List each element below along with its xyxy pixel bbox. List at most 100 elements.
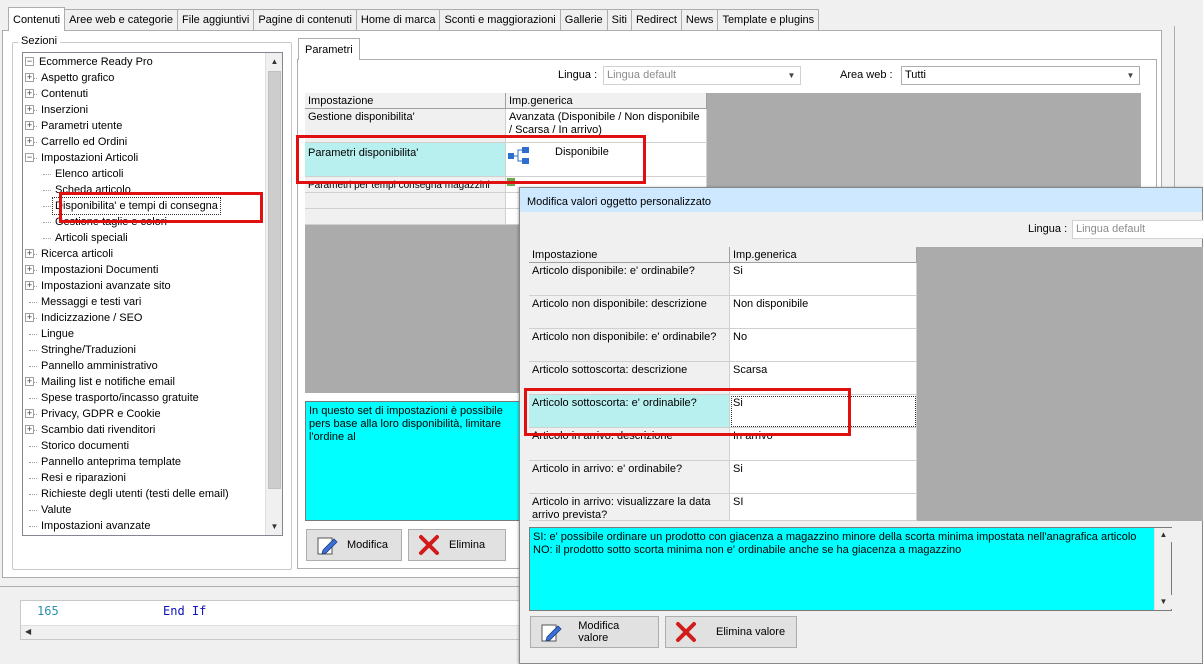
tree-item[interactable]: Pannello anteprima template [23,454,263,470]
modifica-button[interactable]: Modifica [306,529,402,561]
tab-aree-web[interactable]: Aree web e categorie [64,9,179,31]
scroll-down-arrow-icon[interactable]: ▼ [266,518,282,535]
tree-item[interactable]: + Scambio dati rivenditori [23,422,263,438]
tree-item[interactable]: + Ricerca articoli [23,246,263,262]
grid-row-label[interactable]: Parametri per tempi consegna magazzini [305,177,506,193]
expand-plus-icon[interactable]: + [25,249,34,258]
tree-item[interactable]: + Privacy, GDPR e Cookie [23,406,263,422]
dialog-row-value[interactable]: Si [730,461,917,494]
dialog-row-value[interactable]: Si [730,263,917,296]
dialog-row-label[interactable]: Articolo non disponibile: e' ordinabile? [529,329,730,362]
expand-plus-icon[interactable]: + [25,121,34,130]
elimina-valore-button[interactable]: Elimina valore [665,616,797,648]
collapse-minus-icon[interactable]: − [25,57,34,66]
tree-item[interactable]: Stringhe/Traduzioni [23,342,263,358]
tab-sconti[interactable]: Sconti e maggiorazioni [439,9,561,31]
tree-item[interactable]: + Contenuti [23,86,263,102]
expand-plus-icon[interactable]: + [25,377,34,386]
dialog-row-label-selected[interactable]: Articolo sottoscorta: e' ordinabile? [529,395,730,428]
tab-siti[interactable]: Siti [606,9,632,31]
dialog-row-value[interactable]: In arrivo [730,428,917,461]
dialog-row-label[interactable]: Articolo sottoscorta: descrizione [529,362,730,395]
collapse-minus-icon[interactable]: − [25,153,34,162]
grid-row-label-selected[interactable]: Parametri disponibilita' [305,143,506,177]
tab-parametri[interactable]: Parametri [298,38,360,60]
elimina-button[interactable]: Elimina [408,529,506,561]
dialog-row-label[interactable]: Articolo in arrivo: visualizzare la data… [529,494,730,521]
tree-item[interactable]: Resi e riparazioni [23,470,263,486]
tree-item[interactable]: + Impostazioni avanzate sito [23,278,263,294]
sezioni-title: Sezioni [18,35,61,47]
scroll-down-arrow-icon[interactable]: ▼ [1155,595,1172,609]
dialog-description-scrollbar[interactable]: ▲ ▼ [1154,528,1172,610]
expand-plus-icon[interactable]: + [25,281,34,290]
tab-contenuti[interactable]: Contenuti [8,7,66,31]
dialog-row-label[interactable]: Articolo in arrivo: descrizione [529,428,730,461]
dialog-row-value[interactable]: No [730,329,917,362]
edit-icon [539,620,562,644]
dialog-row-label[interactable]: Articolo in arrivo: e' ordinabile? [529,461,730,494]
tab-home-marca[interactable]: Home di marca [355,9,441,31]
tree-item[interactable]: Elenco articoli [23,166,263,182]
tree-item[interactable]: + Aspetto grafico [23,70,263,86]
code-editor[interactable]: 165 End If ◀ [20,600,523,640]
dialog-row-value-focused[interactable]: Si [730,395,917,428]
expand-plus-icon[interactable]: + [25,265,34,274]
tree-item[interactable]: Lingue [23,326,263,342]
tree-item[interactable]: Richieste degli utenti (testi delle emai… [23,486,263,502]
sezioni-tree[interactable]: − Ecommerce Ready Pro + Aspetto grafico + Con… [22,52,283,536]
tree-item[interactable]: + Impostazioni Documenti [23,262,263,278]
tree-item[interactable]: Pannello amministrativo [23,358,263,374]
tree-item[interactable]: + Parametri utente [23,118,263,134]
scroll-up-arrow-icon[interactable]: ▲ [1155,528,1172,542]
tree-item[interactable]: + Mailing list e notifiche email [23,374,263,390]
tree-item[interactable]: Gestione taglie e colori [23,214,263,230]
tab-gallerie[interactable]: Gallerie [559,9,608,31]
tab-file-aggiuntivi[interactable]: File aggiuntivi [177,9,255,31]
grid-row-value[interactable]: Disponibile [506,143,707,177]
tree-item[interactable]: Disponibilita' e tempi di consegna [23,197,263,215]
area-web-select[interactable]: Tutti ▼ [901,66,1140,85]
tree-item[interactable]: Articoli speciali [23,230,263,246]
tab-pagine-contenuti[interactable]: Pagine di contenuti [253,9,357,31]
expand-plus-icon[interactable]: + [25,313,34,322]
tree-item[interactable]: Spese trasporto/incasso gratuite [23,390,263,406]
modifica-valore-button[interactable]: Modifica valore [530,616,659,648]
expand-plus-icon[interactable]: + [25,89,34,98]
dialog-row-value[interactable]: Non disponibile [730,296,917,329]
tree-item[interactable]: + Carrello ed Ordini [23,134,263,150]
expand-plus-icon[interactable]: + [25,409,34,418]
tree-item[interactable]: Impostazioni avanzate [23,518,263,534]
dialog-row-label[interactable]: Articolo disponibile: e' ordinabile? [529,263,730,296]
tab-redirect[interactable]: Redirect [630,9,682,31]
tree-item[interactable]: + Indicizzazione / SEO [23,310,263,326]
dialog-lingua-select[interactable]: Lingua default [1072,220,1203,239]
tree-item-label: Richieste degli utenti (testi delle emai… [41,488,229,500]
scroll-left-arrow-icon[interactable]: ◀ [25,627,31,636]
tab-news[interactable]: News [680,9,719,31]
tree-item[interactable]: − Impostazioni Articoli [23,150,263,166]
scroll-thumb[interactable] [268,71,281,489]
expand-plus-icon[interactable]: + [25,105,34,114]
tree-guide-line [29,334,37,335]
tree-item[interactable]: Messaggi e testi vari [23,294,263,310]
dialog-row-value[interactable]: SI [730,494,917,521]
dialog-row-label[interactable]: Articolo non disponibile: descrizione [529,296,730,329]
code-hscrollbar[interactable]: ◀ [21,625,522,639]
grid-row-value[interactable]: Avanzata (Disponibile / Non disponibile … [506,109,707,143]
expand-plus-icon[interactable]: + [25,137,34,146]
tree-item[interactable]: Scheda articolo [23,182,263,198]
expand-plus-icon[interactable]: + [25,425,34,434]
dialog-row-value[interactable]: Scarsa [730,362,917,395]
tree-item[interactable]: Valute [23,502,263,518]
lingua-label: Lingua : [558,69,598,81]
tree-item[interactable]: + Inserzioni [23,102,263,118]
tree-item[interactable]: − Ecommerce Ready Pro [23,54,263,70]
expand-plus-icon[interactable]: + [25,73,34,82]
grid-row-label[interactable]: Gestione disponibilita' [305,109,506,143]
scroll-up-arrow-icon[interactable]: ▲ [266,53,282,70]
tree-item[interactable]: Storico documenti [23,438,263,454]
tab-template-plugins[interactable]: Template e plugins [717,9,820,31]
lingua-select[interactable]: Lingua default ▼ [603,66,801,85]
tree-scrollbar[interactable]: ▲ ▼ [265,53,282,535]
